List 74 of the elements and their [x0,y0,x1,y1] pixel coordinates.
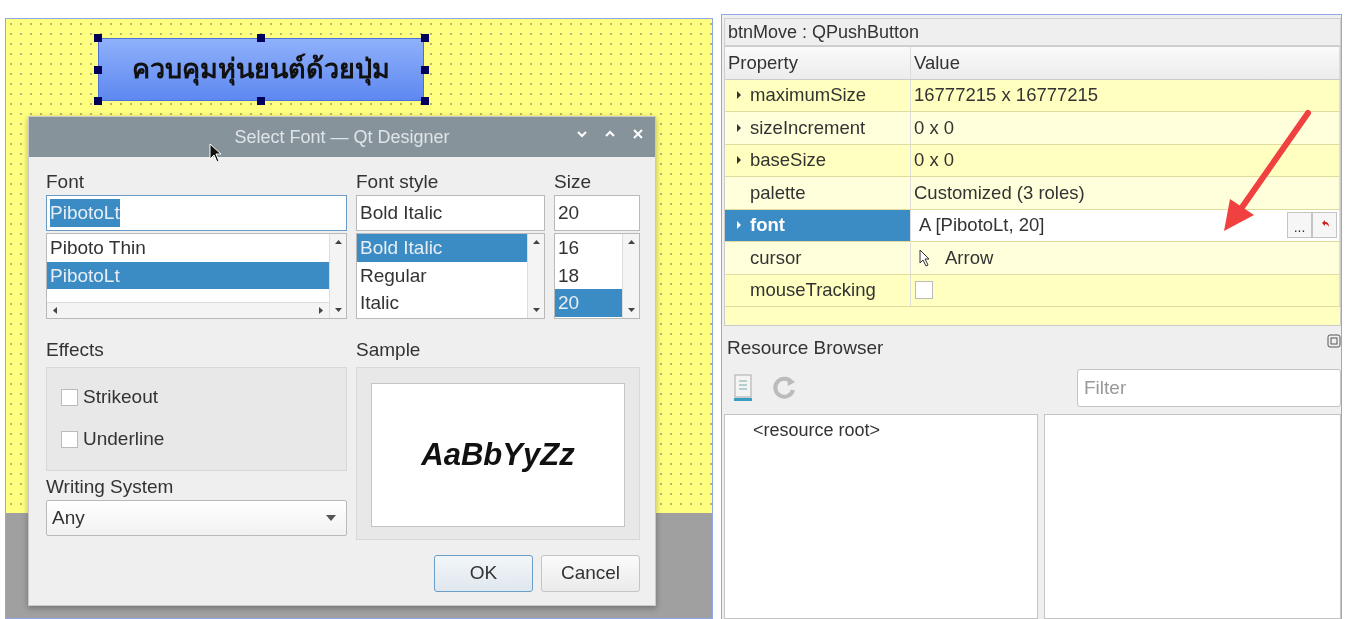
property-name: font [750,213,785,238]
scroll-left-icon [51,306,59,315]
object-title: btnMove : QPushButton [724,18,1341,46]
checkbox-label: Underline [83,426,165,451]
mouse-pointer-icon [209,143,223,163]
caret-icon [326,515,336,521]
selection-handle[interactable] [94,66,102,74]
close-icon[interactable] [631,127,645,141]
scroll-up-icon [531,238,541,246]
sample-label: Sample [356,338,422,362]
font-size-field[interactable]: 20 [554,195,640,231]
checkbox[interactable] [915,281,933,300]
column-header[interactable]: Value [911,47,1340,79]
font-size-list-item[interactable]: 16 [555,234,622,262]
selection-handle[interactable] [257,34,265,42]
property-name: maximumSize [750,83,867,108]
cursor-icon [919,248,931,267]
filter-field[interactable]: Filter [1077,369,1341,407]
font-style-label: Font style [356,170,440,194]
property-value: A [PibotoLt, 20] [919,213,1046,238]
panel-title: Resource Browser [727,336,884,360]
property-value: Arrow [945,245,994,270]
property-value: Customized (3 roles) [914,180,1085,205]
font-style-list-item[interactable]: Italic [357,289,527,317]
more-button[interactable]: ... [1287,212,1312,239]
scrollbar[interactable] [527,234,544,318]
effects-label: Effects [46,338,105,362]
font-size-label: Size [554,170,592,194]
tree-item[interactable]: <resource root> [725,415,1037,444]
font-label: Font [46,170,86,194]
expand-icon[interactable] [736,90,742,101]
scroll-right-icon [317,306,325,315]
checkbox[interactable] [61,388,78,406]
scroll-down-icon [333,306,343,314]
font-style-field[interactable]: Bold Italic [356,195,545,231]
selection-handle[interactable] [421,66,429,74]
selection-handle[interactable] [421,97,429,105]
font-list-item[interactable]: Piboto Thin [47,234,329,262]
checkbox-label: Strikeout [83,384,158,409]
writing-system-label: Writing System [46,475,175,499]
reset-button[interactable] [1312,212,1337,239]
scroll-up-icon [333,238,343,246]
property-name: baseSize [750,148,827,173]
push-button[interactable]: ควบคุมหุ่นยนต์ด้วยปุ่ม [98,38,424,101]
sample-preview: AaBbYyZz [371,383,625,527]
writing-system-dropdown[interactable]: Any [46,500,347,536]
font-style-list-item[interactable]: Regular [357,261,527,289]
selection-handle[interactable] [257,97,265,105]
property-name: mouseTracking [750,278,876,303]
scrollbar[interactable] [47,302,329,318]
selection-handle[interactable] [94,97,102,105]
scroll-down-icon [626,306,636,314]
selection-handle[interactable] [421,34,429,42]
property-value: 0 x 0 [914,148,955,173]
property-name: cursor [750,245,802,270]
ok-button[interactable]: OK [434,555,533,592]
float-icon[interactable] [1327,334,1341,348]
cancel-button[interactable]: Cancel [541,555,640,592]
property-value: 16777215 x 16777215 [914,83,1099,108]
column-header[interactable]: Property [725,47,911,79]
dialog-title: Select Font — Qt Designer [234,125,450,149]
scrollbar[interactable] [622,234,639,318]
expand-icon[interactable] [736,122,742,133]
checkbox[interactable] [61,430,78,448]
property-value: 0 x 0 [914,115,955,140]
scroll-up-icon [626,238,636,246]
expand-icon[interactable] [736,155,742,166]
property-name: palette [750,180,806,205]
document-icon[interactable] [732,373,754,403]
scroll-down-icon [531,306,541,314]
scrollbar[interactable] [329,234,346,318]
property-name: sizeIncrement [750,115,866,140]
selection-handle[interactable] [94,34,102,42]
font-size-list-item[interactable]: 18 [555,261,622,289]
